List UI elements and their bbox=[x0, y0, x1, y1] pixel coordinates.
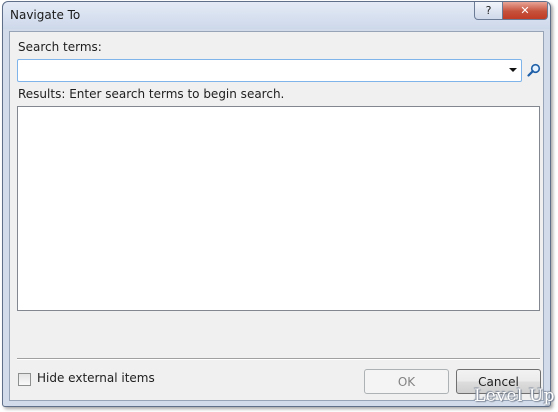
hide-external-checkbox[interactable] bbox=[18, 373, 31, 386]
watermark: Level Up bbox=[474, 386, 556, 406]
help-icon: ? bbox=[485, 4, 492, 17]
magnifier-icon bbox=[527, 63, 541, 77]
title-bar[interactable]: Navigate To ? ✕ bbox=[3, 2, 550, 29]
search-terms-combobox[interactable] bbox=[17, 59, 522, 82]
results-list[interactable] bbox=[17, 106, 540, 311]
window-title: Navigate To bbox=[10, 8, 81, 22]
close-icon: ✕ bbox=[520, 4, 530, 17]
navigate-to-dialog: Navigate To ? ✕ Search terms: Results: E… bbox=[2, 1, 551, 407]
search-input[interactable] bbox=[20, 61, 504, 81]
dialog-body: Search terms: Results: Enter search term… bbox=[9, 31, 544, 401]
help-button[interactable]: ? bbox=[474, 2, 503, 20]
results-status-label: Results: Enter search terms to begin sea… bbox=[18, 87, 285, 101]
separator bbox=[17, 358, 540, 360]
hide-external-label[interactable]: Hide external items bbox=[37, 371, 155, 385]
search-terms-label: Search terms: bbox=[18, 40, 102, 54]
close-button[interactable]: ✕ bbox=[502, 2, 548, 20]
ok-button[interactable]: OK bbox=[364, 369, 449, 394]
chevron-down-icon[interactable] bbox=[509, 68, 517, 72]
search-button[interactable] bbox=[526, 62, 542, 78]
